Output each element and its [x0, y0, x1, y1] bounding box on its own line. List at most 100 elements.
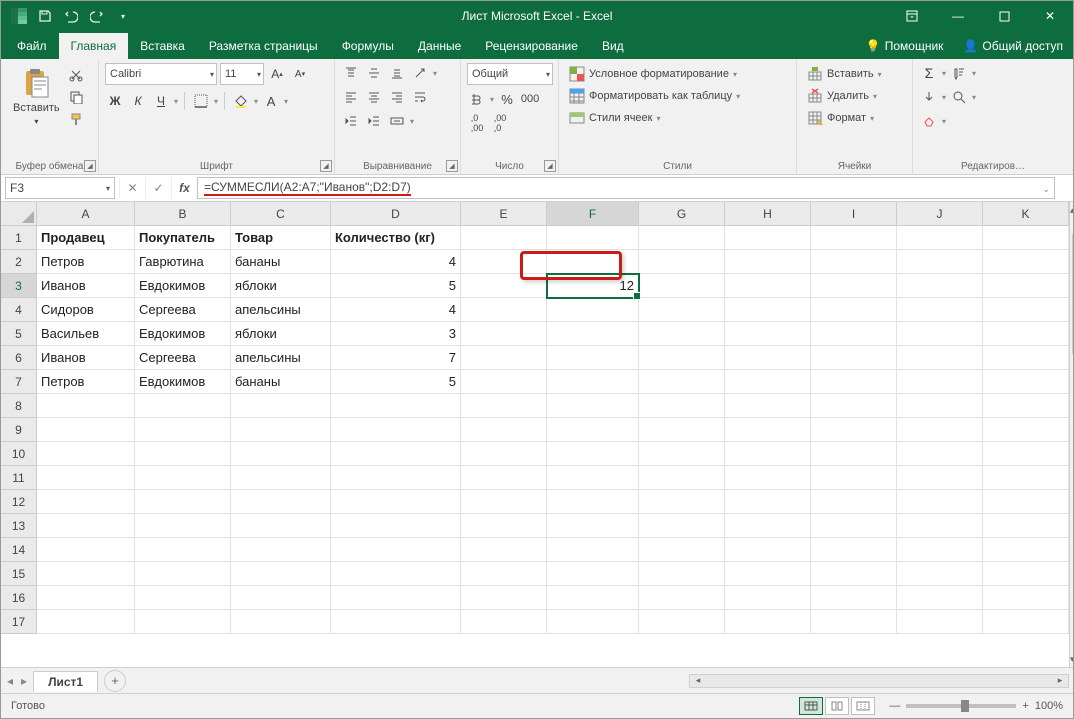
cell[interactable] [231, 394, 331, 418]
cell[interactable] [983, 274, 1069, 298]
cell[interactable] [725, 370, 811, 394]
cell[interactable]: Иванов [37, 274, 135, 298]
column-header[interactable]: J [897, 202, 983, 226]
merge-center-icon[interactable] [387, 111, 407, 131]
cell[interactable] [547, 394, 639, 418]
column-header[interactable]: H [725, 202, 811, 226]
underline-button[interactable]: Ч [151, 91, 171, 111]
cell[interactable] [811, 298, 897, 322]
cell[interactable] [897, 466, 983, 490]
cell[interactable] [331, 610, 461, 634]
cell[interactable] [547, 418, 639, 442]
clipboard-dialog-launcher[interactable]: ◢ [84, 160, 96, 172]
row-header[interactable]: 13 [1, 514, 37, 538]
cell[interactable] [461, 298, 547, 322]
cell[interactable] [811, 370, 897, 394]
zoom-out-button[interactable]: — [889, 700, 900, 712]
find-select-icon[interactable] [949, 87, 969, 107]
format-painter-button[interactable] [66, 109, 86, 129]
cell[interactable] [547, 250, 639, 274]
sheet-tab[interactable]: Лист1 [33, 671, 98, 692]
cell[interactable] [461, 274, 547, 298]
cell[interactable]: Петров [37, 370, 135, 394]
increase-decimal-icon[interactable]: ,0,00 [467, 113, 487, 133]
row-header[interactable]: 12 [1, 490, 37, 514]
cell[interactable]: Сергеева [135, 346, 231, 370]
cell[interactable] [725, 490, 811, 514]
cell[interactable] [37, 394, 135, 418]
row-header[interactable]: 7 [1, 370, 37, 394]
cell[interactable]: яблоки [231, 274, 331, 298]
cell[interactable] [725, 394, 811, 418]
row-header[interactable]: 16 [1, 586, 37, 610]
expand-formula-bar-icon[interactable]: ⌄ [1042, 184, 1050, 195]
cell[interactable] [547, 610, 639, 634]
cell[interactable] [983, 466, 1069, 490]
cell[interactable] [983, 418, 1069, 442]
cell[interactable] [639, 298, 725, 322]
tab-data[interactable]: Данные [406, 33, 473, 59]
row-header[interactable]: 9 [1, 418, 37, 442]
column-header[interactable]: C [231, 202, 331, 226]
cell[interactable] [135, 562, 231, 586]
cell[interactable] [983, 490, 1069, 514]
cell[interactable]: Евдокимов [135, 274, 231, 298]
cell[interactable]: Товар [231, 226, 331, 250]
delete-cells-button[interactable]: Удалить▾ [803, 85, 906, 107]
cell[interactable] [461, 514, 547, 538]
cell[interactable] [547, 322, 639, 346]
undo-icon[interactable] [61, 6, 81, 26]
row-header[interactable]: 14 [1, 538, 37, 562]
cell[interactable] [461, 562, 547, 586]
cell[interactable] [897, 394, 983, 418]
tab-file[interactable]: Файл [5, 33, 59, 59]
maximize-button[interactable] [981, 1, 1027, 31]
cell[interactable]: апельсины [231, 346, 331, 370]
vertical-scrollbar[interactable]: ▴▾ [1069, 202, 1073, 667]
decrease-decimal-icon[interactable]: ,00,0 [490, 113, 510, 133]
insert-cells-button[interactable]: Вставить▾ [803, 63, 906, 85]
cell[interactable] [231, 514, 331, 538]
row-header[interactable]: 2 [1, 250, 37, 274]
cell[interactable] [811, 538, 897, 562]
cell[interactable] [639, 250, 725, 274]
row-header[interactable]: 17 [1, 610, 37, 634]
cell[interactable] [331, 490, 461, 514]
cell[interactable] [639, 562, 725, 586]
enter-formula-icon[interactable]: ✓ [145, 177, 171, 199]
clear-icon[interactable] [919, 111, 939, 131]
cell[interactable] [37, 562, 135, 586]
font-name-combo[interactable]: Calibri▾ [105, 63, 217, 85]
cell[interactable] [231, 466, 331, 490]
cell[interactable] [37, 538, 135, 562]
borders-button[interactable] [191, 91, 211, 111]
cell[interactable] [135, 490, 231, 514]
zoom-level[interactable]: 100% [1035, 700, 1063, 712]
cell[interactable] [897, 442, 983, 466]
cell[interactable] [135, 586, 231, 610]
font-dialog-launcher[interactable]: ◢ [320, 160, 332, 172]
cell[interactable]: Васильев [37, 322, 135, 346]
cell[interactable] [461, 226, 547, 250]
cell[interactable] [461, 394, 547, 418]
cell[interactable] [331, 562, 461, 586]
cell[interactable] [725, 298, 811, 322]
cell[interactable] [639, 346, 725, 370]
cell[interactable]: апельсины [231, 298, 331, 322]
row-header[interactable]: 4 [1, 298, 37, 322]
cell[interactable] [331, 538, 461, 562]
cell[interactable] [983, 538, 1069, 562]
increase-font-icon[interactable]: A▴ [267, 64, 287, 84]
new-sheet-button[interactable]: + [104, 670, 126, 692]
cell[interactable]: Продавец [37, 226, 135, 250]
align-center-icon[interactable] [364, 87, 384, 107]
column-header[interactable]: D [331, 202, 461, 226]
cell[interactable] [725, 442, 811, 466]
cell[interactable] [639, 394, 725, 418]
column-header[interactable]: I [811, 202, 897, 226]
cell[interactable] [811, 490, 897, 514]
ribbon-options-button[interactable] [889, 1, 935, 31]
tab-view[interactable]: Вид [590, 33, 636, 59]
wrap-text-icon[interactable] [410, 87, 430, 107]
cell[interactable] [135, 394, 231, 418]
